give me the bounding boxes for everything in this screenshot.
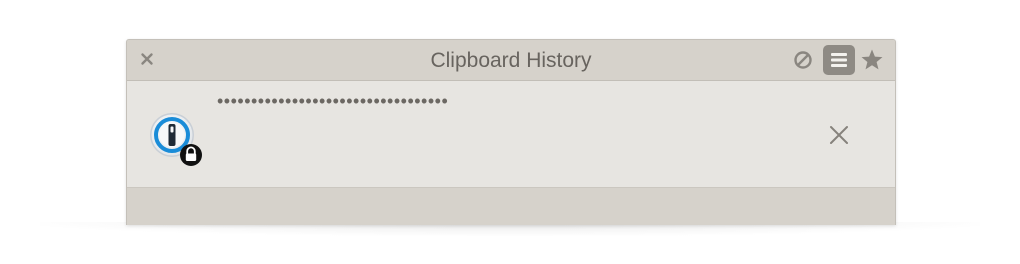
clipboard-history-window: Clipboard History ••••••••••••••••••••••… [126, 39, 896, 225]
1password-app-icon [150, 113, 202, 166]
favorites-button[interactable] [859, 47, 885, 73]
empty-history-area [127, 188, 895, 225]
remove-icon [830, 126, 848, 144]
screen: Clipboard History ••••••••••••••••••••••… [0, 0, 1020, 264]
no-entry-icon [794, 51, 812, 69]
clip-masked-text: •••••••••••••••••••••••••••••••••• [217, 91, 449, 111]
history-list-button[interactable] [823, 45, 855, 75]
close-button[interactable] [139, 51, 155, 67]
app-icon-1password [148, 111, 206, 169]
list-icon [831, 53, 847, 67]
title-bar: Clipboard History [127, 40, 895, 81]
clipboard-item[interactable]: •••••••••••••••••••••••••••••••••• [127, 81, 895, 188]
remove-item-button[interactable] [827, 123, 851, 147]
star-icon [861, 49, 883, 70]
window-title: Clipboard History [430, 49, 592, 72]
close-icon [141, 53, 153, 65]
lock-badge [180, 144, 202, 166]
ignore-button[interactable] [792, 49, 814, 71]
